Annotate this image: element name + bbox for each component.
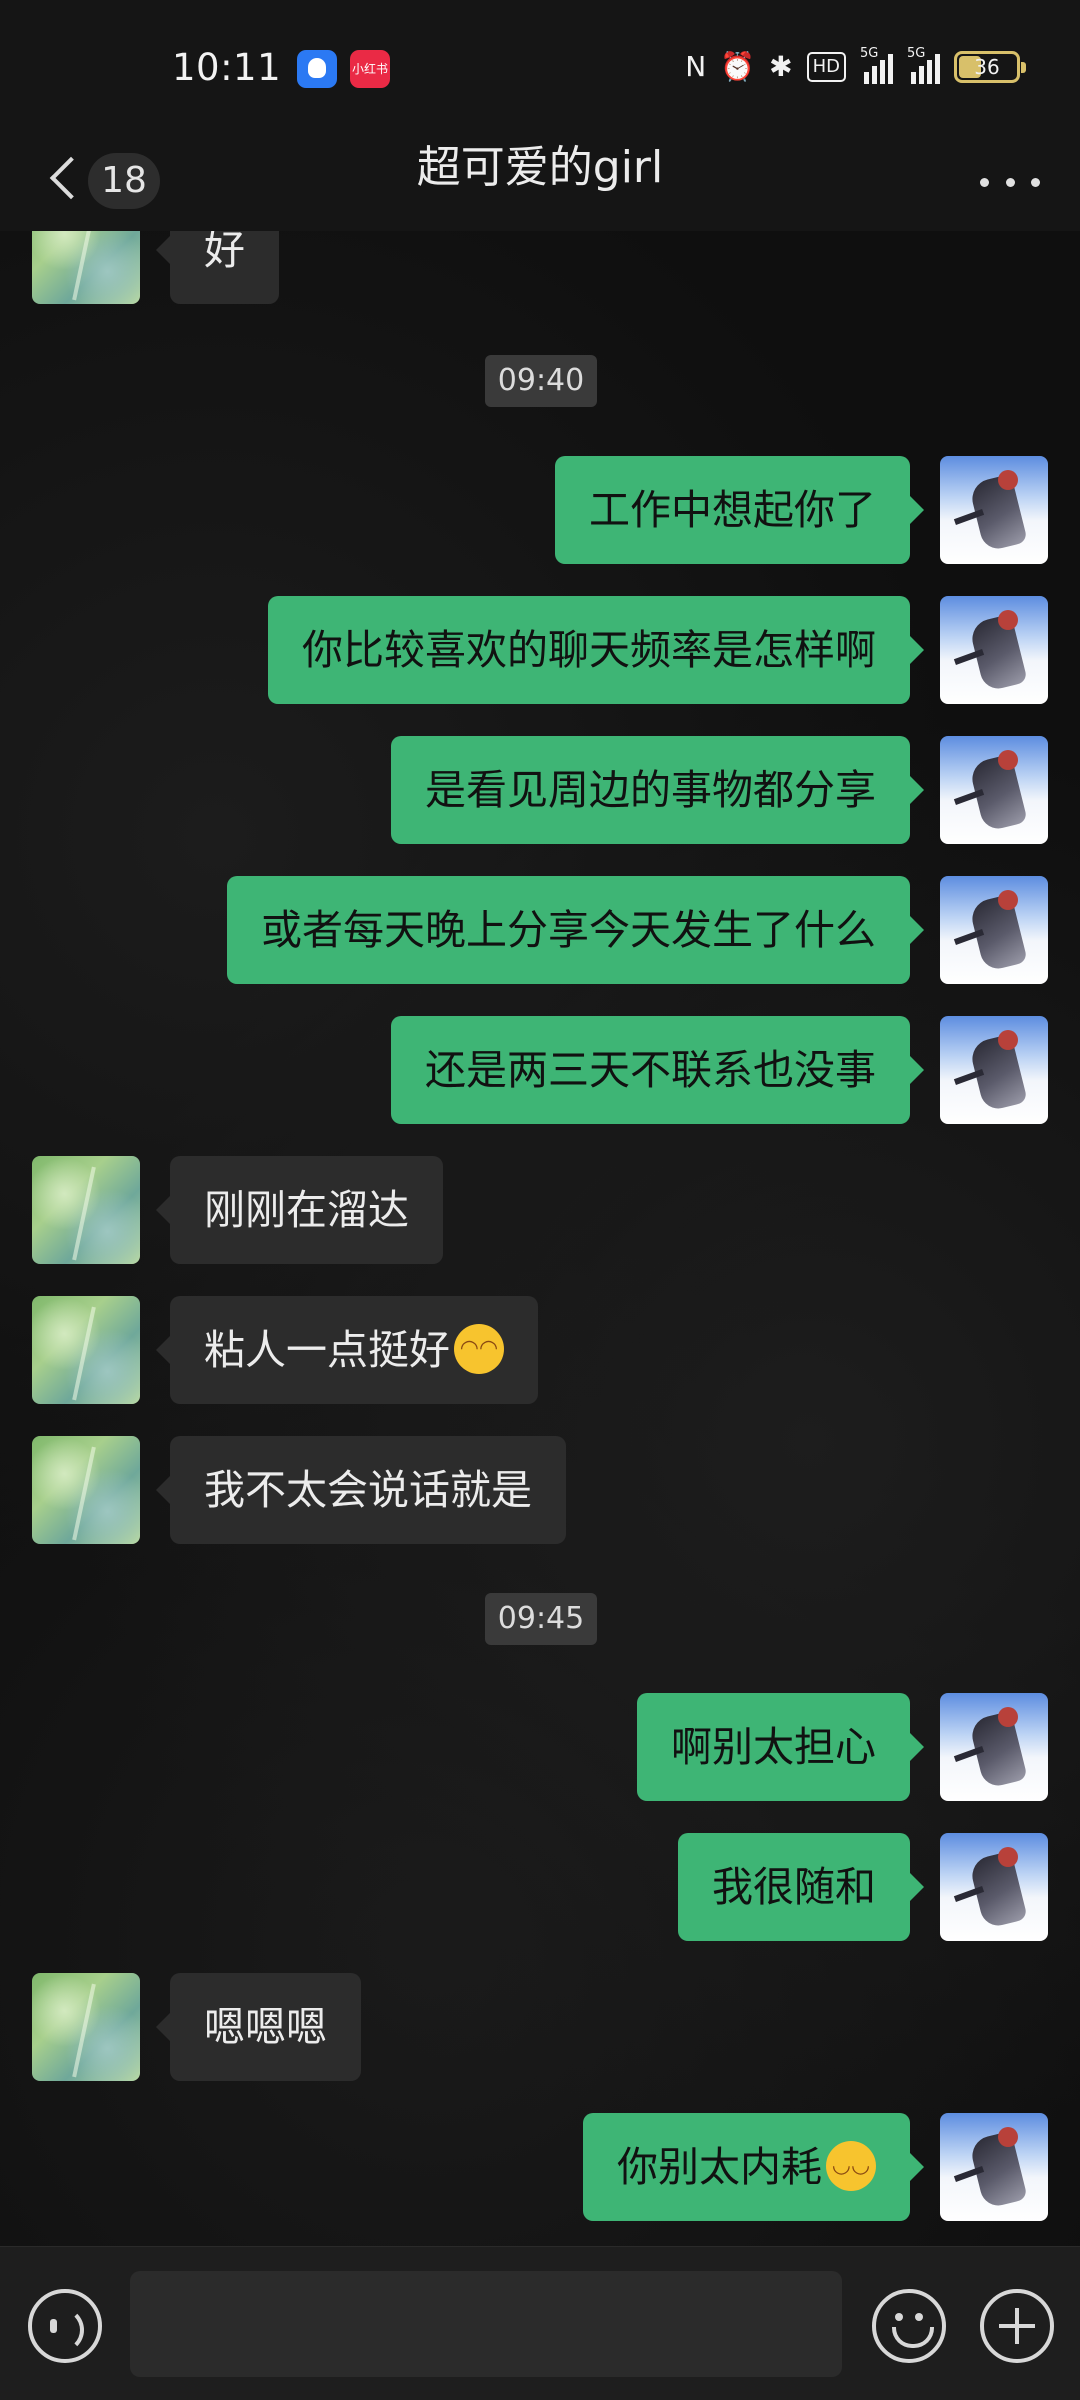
self-avatar[interactable]: [940, 1693, 1048, 1801]
self-message-bubble[interactable]: 你比较喜欢的聊天频率是怎样啊: [268, 596, 924, 704]
self-message-bubble[interactable]: 工作中想起你了: [555, 456, 924, 564]
timestamp-divider: 09:40: [485, 355, 597, 407]
network-type-label: 5G: [907, 46, 926, 61]
status-icons: N ⏰ ✱ HD 5G 5G 36: [685, 46, 1026, 88]
more-options-icon[interactable]: [980, 157, 1040, 207]
self-avatar[interactable]: [940, 2113, 1048, 2221]
nfc-icon: N: [685, 50, 707, 83]
peer-avatar[interactable]: [32, 1156, 140, 1264]
self-message-bubble[interactable]: 我很随和: [678, 1833, 924, 1941]
peer-message-bubble[interactable]: 粘人一点挺好 ◠◠: [156, 1296, 538, 1404]
unread-count-badge[interactable]: 18: [88, 153, 160, 209]
self-avatar[interactable]: [940, 1016, 1048, 1124]
chat-title: 超可爱的girl: [416, 142, 664, 193]
self-avatar[interactable]: [940, 736, 1048, 844]
bluetooth-icon: ✱: [769, 50, 793, 83]
plus-icon[interactable]: [980, 2289, 1054, 2363]
peer-avatar[interactable]: [32, 1973, 140, 2081]
self-message-bubble[interactable]: 你别太内耗 ◡◡: [583, 2113, 924, 2221]
alarm-icon: ⏰: [720, 50, 756, 83]
status-bar: 10:11 小红书 N ⏰ ✱ HD 5G 5G 36: [0, 0, 1080, 135]
xiaohongshu-notification-icon: 小红书: [350, 50, 390, 88]
battery-level: 36: [974, 55, 1000, 79]
self-avatar[interactable]: [940, 1833, 1048, 1941]
battery-icon: 36: [954, 51, 1026, 83]
voice-icon[interactable]: [28, 2289, 102, 2363]
status-time: 10:11: [172, 46, 282, 89]
signal-icon-sim1: 5G: [860, 46, 893, 84]
self-avatar[interactable]: [940, 596, 1048, 704]
message-text: 粘人一点挺好: [204, 1326, 450, 1374]
self-message-bubble[interactable]: 啊别太担心: [637, 1693, 924, 1801]
tears-of-joy-emoji-icon: ◡◡: [826, 2141, 876, 2191]
peer-avatar[interactable]: [32, 1296, 140, 1404]
peer-message-bubble[interactable]: 我不太会说话就是: [156, 1436, 566, 1544]
qq-notification-icon: [297, 50, 337, 88]
emoji-icon[interactable]: [872, 2289, 946, 2363]
message-text: 你别太内耗: [617, 2143, 822, 2191]
message-list[interactable]: 好 09:40 工作中想起你了 你比较喜欢的聊天频率是怎样啊 是看见周边的事物都…: [0, 231, 1080, 2246]
back-arrow-icon[interactable]: [44, 151, 84, 207]
shy-face-emoji-icon: ◠◠: [454, 1324, 504, 1374]
timestamp-divider: 09:45: [485, 1593, 597, 1645]
message-input[interactable]: [130, 2271, 842, 2377]
peer-message-bubble[interactable]: 嗯嗯嗯: [156, 1973, 361, 2081]
self-message-bubble[interactable]: 还是两三天不联系也没事: [391, 1016, 924, 1124]
self-message-bubble[interactable]: 是看见周边的事物都分享: [391, 736, 924, 844]
hd-voice-icon: HD: [806, 52, 846, 82]
self-avatar[interactable]: [940, 876, 1048, 984]
peer-message-bubble[interactable]: 刚刚在溜达: [156, 1156, 443, 1264]
network-type-label: 5G: [860, 46, 879, 61]
peer-avatar[interactable]: [32, 1436, 140, 1544]
self-avatar[interactable]: [940, 456, 1048, 564]
peer-avatar[interactable]: [32, 231, 140, 304]
peer-message-bubble[interactable]: 好: [156, 231, 279, 304]
signal-icon-sim2: 5G: [907, 46, 940, 84]
chat-header: 18 超可爱的girl: [0, 135, 1080, 231]
self-message-bubble[interactable]: 或者每天晚上分享今天发生了什么: [227, 876, 924, 984]
input-bar: [0, 2246, 1080, 2400]
